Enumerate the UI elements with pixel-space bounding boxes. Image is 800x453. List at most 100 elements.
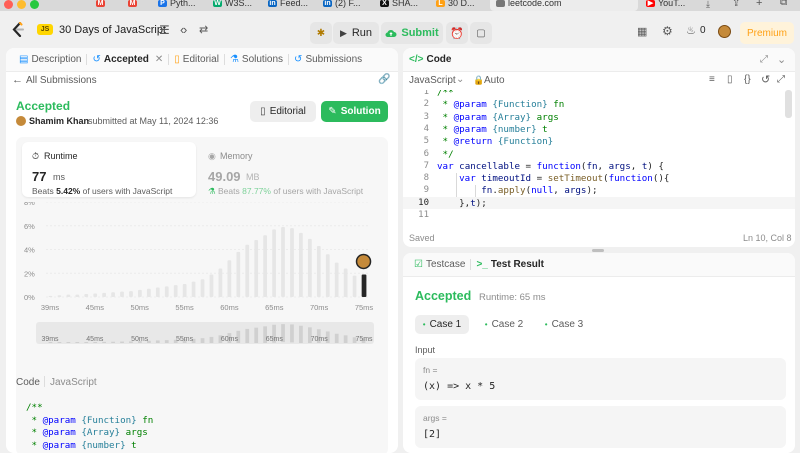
next-problem-chevron-icon[interactable]: › — [183, 22, 187, 37]
range-bar — [299, 325, 303, 343]
code-token: function — [608, 173, 653, 185]
streak-fire-icon[interactable]: ♨ — [686, 24, 696, 37]
tab-test-result[interactable]: >_ Test Result — [471, 253, 549, 277]
premium-button[interactable]: Premium — [740, 22, 794, 44]
input-label: Input — [415, 345, 436, 355]
reset-icon[interactable]: ↺ — [761, 73, 770, 86]
user-avatar[interactable] — [718, 25, 731, 38]
minimize-window-icon[interactable] — [17, 0, 26, 9]
close-tab-icon[interactable]: ✕ — [155, 54, 163, 65]
param-args-value: [2] — [423, 429, 442, 440]
run-button[interactable]: ▶ Run — [333, 22, 379, 44]
download-icon[interactable]: ⤓ — [706, 0, 710, 10]
range-tick-label: 55ms — [176, 336, 194, 343]
code-token: * — [26, 439, 43, 451]
editorial-button[interactable]: ▯ Editorial — [250, 101, 316, 122]
browser-tab[interactable]: W W3S... — [213, 0, 265, 11]
chart-bar — [164, 286, 169, 297]
browser-tab[interactable]: in (2) F... — [323, 0, 375, 11]
format-icon[interactable]: ≡ — [709, 74, 715, 85]
fullscreen-icon[interactable]: ⤢ — [760, 54, 768, 65]
tab-editorial[interactable]: ▯ Editorial — [169, 48, 224, 72]
debug-button[interactable]: ✱ — [310, 22, 332, 44]
editor-line: 6 */ — [403, 149, 783, 161]
stats-card: ⏱ Runtime 77 ms Beats 5.42% of users wit… — [16, 137, 388, 408]
submitter-name[interactable]: Shamim Khan — [29, 116, 89, 126]
study-plan-title[interactable]: 30 Days of JavaScript — [59, 24, 166, 36]
tab-favicon-icon: M — [128, 0, 137, 7]
runtime-card[interactable]: ⏱ Runtime 77 ms Beats 5.42% of users wit… — [22, 142, 196, 197]
code-token: fn — [547, 99, 565, 111]
param-args-box[interactable]: args = [2] — [415, 406, 786, 448]
braces-icon[interactable]: {} — [744, 74, 751, 85]
submit-button[interactable]: Submit — [381, 22, 443, 44]
flask-icon: ⚗ — [229, 54, 239, 65]
bookmark-icon[interactable]: ▯ — [727, 74, 733, 85]
browser-tab[interactable]: L 30 D... — [436, 0, 488, 11]
case-1-tab[interactable]: • Case 1 — [415, 315, 469, 334]
expand-icon[interactable]: ⤢ — [777, 74, 785, 85]
language-selector[interactable]: JavaScript — [409, 75, 456, 86]
tab-overview-icon[interactable]: ⧉ — [780, 0, 787, 8]
timer-button[interactable]: ⏰ — [446, 22, 468, 44]
browser-tab-label: Pyth... — [170, 0, 196, 8]
range-bar — [66, 342, 71, 343]
link-icon[interactable]: 🔗 — [378, 74, 390, 85]
tab-description[interactable]: ▤ Description — [14, 48, 86, 72]
browser-tab[interactable]: X SHA... — [380, 0, 432, 11]
browser-tab[interactable]: P Pyth... — [158, 0, 210, 11]
line-number: 9 — [423, 185, 429, 196]
browser-tab[interactable]: M — [96, 0, 110, 11]
browser-tab[interactable]: M — [128, 0, 142, 11]
menu-icon[interactable]: ☰ — [159, 23, 170, 37]
collapse-icon[interactable]: ⌄ — [777, 53, 786, 66]
line-number: 6 — [423, 148, 429, 159]
case-3-tab[interactable]: • Case 3 — [537, 315, 591, 334]
tab-accepted[interactable]: ↺ Accepted ✕ — [87, 48, 168, 72]
code-token: * — [26, 414, 43, 426]
chart-bar — [263, 235, 268, 297]
back-arrow-icon[interactable]: ← — [12, 74, 23, 86]
code-token: * — [26, 427, 43, 438]
chevron-down-icon[interactable]: ⌄ — [456, 74, 464, 85]
y-tick-label: 0% — [24, 293, 35, 302]
panel-resize-handle[interactable] — [592, 249, 604, 252]
leetcode-logo-icon[interactable] — [11, 22, 25, 37]
browser-tab[interactable]: ▶ YouT... — [646, 0, 698, 11]
memory-card[interactable]: ◉ Memory 49.09 MB ⚗ Beats 87.77% of user… — [206, 142, 382, 197]
notes-button[interactable]: ▢ — [470, 22, 492, 44]
tab-testcase[interactable]: ☑ Testcase — [409, 253, 470, 277]
maximize-window-icon[interactable] — [30, 0, 39, 9]
shuffle-icon[interactable]: ⇄ — [199, 23, 208, 36]
settings-gear-icon[interactable]: ⚙ — [662, 24, 673, 38]
line-number: 3 — [423, 111, 429, 122]
browser-tab[interactable]: leetcode.com — [490, 0, 638, 11]
range-bar — [334, 333, 339, 343]
chart-bar — [218, 268, 223, 297]
code-editor[interactable]: 1/** 2 * @param {Function} fn 3 * @param {… — [403, 90, 795, 224]
submitted-code-block[interactable]: /** * @param {Function} fn * @param {Arr… — [16, 395, 388, 453]
new-tab-icon[interactable]: + — [756, 0, 762, 9]
layout-icon[interactable]: ▦ — [637, 25, 647, 38]
code-token: * — [437, 136, 454, 148]
code-token: timeoutId — [481, 173, 532, 185]
editor-line: 1 /** — [403, 90, 783, 99]
share-icon[interactable]: ⇪ — [732, 0, 740, 9]
browser-tab-label: YouT... — [658, 0, 686, 8]
param-fn-box[interactable]: fn = (x) => x * 5 — [415, 358, 786, 400]
close-window-icon[interactable] — [4, 0, 13, 9]
all-submissions-link[interactable]: All Submissions — [26, 75, 97, 86]
solution-button[interactable]: ✎ Solution — [321, 101, 388, 122]
code-token: null — [531, 185, 554, 197]
auto-mode-label[interactable]: Auto — [484, 75, 505, 86]
case-2-tab[interactable]: • Case 2 — [477, 315, 531, 334]
editor-scrollbar[interactable] — [785, 90, 792, 118]
range-bar — [290, 324, 294, 343]
code-token: @return — [453, 136, 493, 148]
tab-submissions[interactable]: ↺ Submissions — [289, 48, 367, 72]
tab-solutions[interactable]: ⚗ Solutions — [225, 48, 288, 72]
editor-line: 4 * @param {number} t — [403, 124, 783, 136]
history-icon: ↺ — [92, 54, 101, 65]
chart-bar — [182, 283, 187, 297]
browser-tab[interactable]: in Feed... — [268, 0, 320, 11]
